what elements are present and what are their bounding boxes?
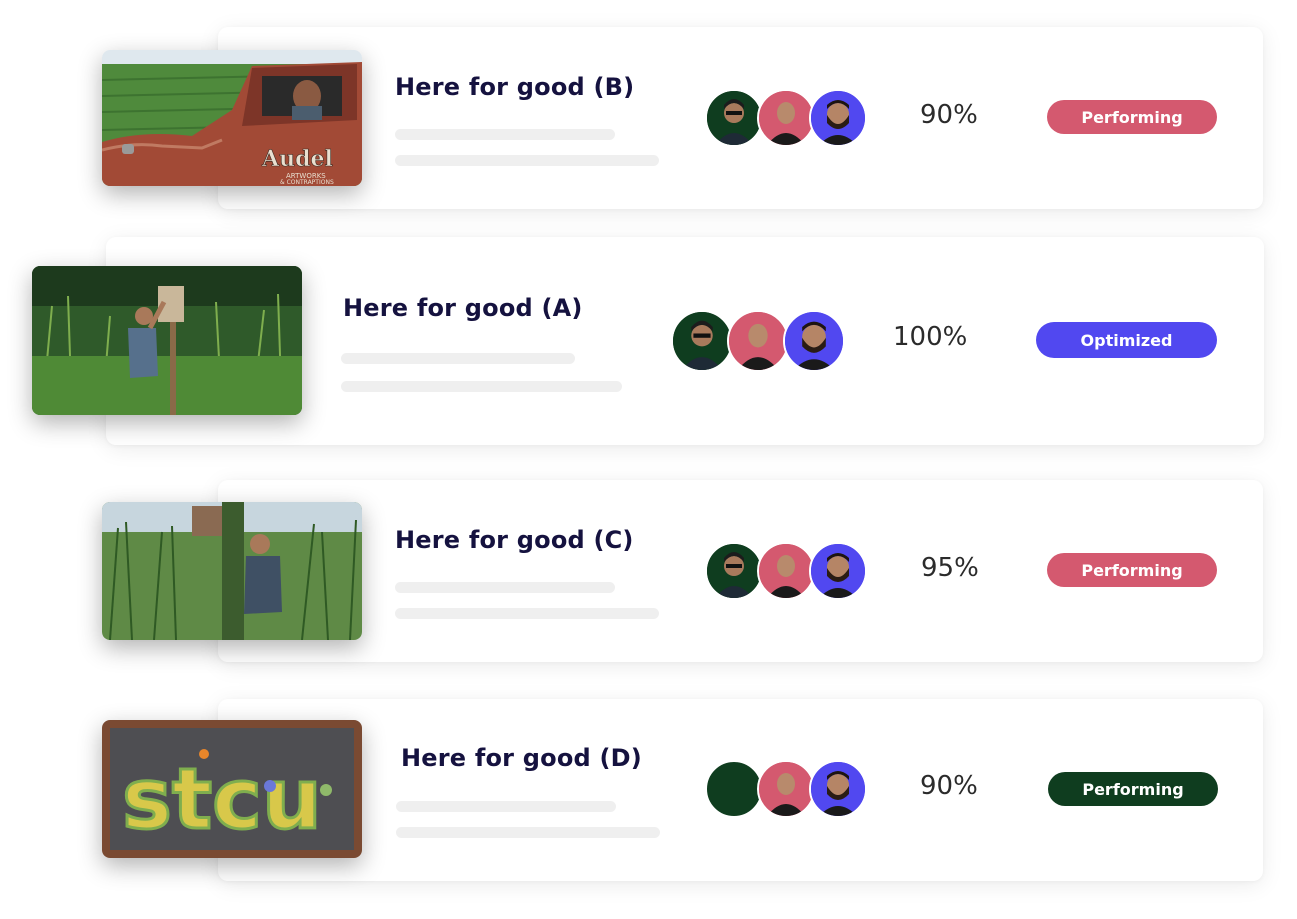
placeholder-line <box>395 129 615 140</box>
svg-text:& CONTRAPTIONS: & CONTRAPTIONS <box>280 179 334 186</box>
avatar <box>809 760 867 818</box>
avatar-group <box>705 542 867 600</box>
thumbnail-birdhouse-image <box>32 266 302 415</box>
svg-text:stcu: stcu <box>122 750 322 848</box>
status-badge: Optimized <box>1036 322 1217 358</box>
avatar <box>705 89 763 147</box>
placeholder-line <box>395 582 615 593</box>
thumbnail-truck-image: Audel ARTWORKS & CONTRAPTIONS <box>102 50 362 186</box>
avatar <box>671 310 733 372</box>
performance-percent: 100% <box>893 322 968 352</box>
avatar <box>757 89 815 147</box>
status-badge: Performing <box>1047 553 1217 587</box>
thumbnail-grass-image <box>102 502 362 640</box>
avatar-group <box>671 310 846 372</box>
status-badge: Performing <box>1047 100 1217 134</box>
placeholder-line <box>395 608 659 619</box>
campaign-title: Here for good (A) <box>343 294 583 322</box>
placeholder-line <box>341 353 575 364</box>
avatar-placeholder <box>705 760 763 818</box>
performance-percent: 90% <box>920 771 978 801</box>
performance-percent: 90% <box>920 100 978 130</box>
performance-percent: 95% <box>921 553 979 583</box>
svg-text:Audel: Audel <box>261 146 333 172</box>
placeholder-line <box>396 827 660 838</box>
avatar <box>757 542 815 600</box>
campaign-title: Here for good (D) <box>401 744 642 772</box>
avatar-group <box>705 760 867 818</box>
thumbnail-flower-letters-image: stcu <box>102 720 362 858</box>
avatar <box>809 542 867 600</box>
campaign-title: Here for good (B) <box>395 73 635 101</box>
avatar <box>705 542 763 600</box>
avatar <box>757 760 815 818</box>
campaign-title: Here for good (C) <box>395 526 634 554</box>
avatar <box>809 89 867 147</box>
placeholder-line <box>395 155 659 166</box>
avatar <box>727 310 789 372</box>
avatar-group <box>705 89 867 147</box>
placeholder-line <box>396 801 616 812</box>
placeholder-line <box>341 381 622 392</box>
avatar <box>783 310 845 372</box>
status-badge: Performing <box>1048 772 1218 806</box>
